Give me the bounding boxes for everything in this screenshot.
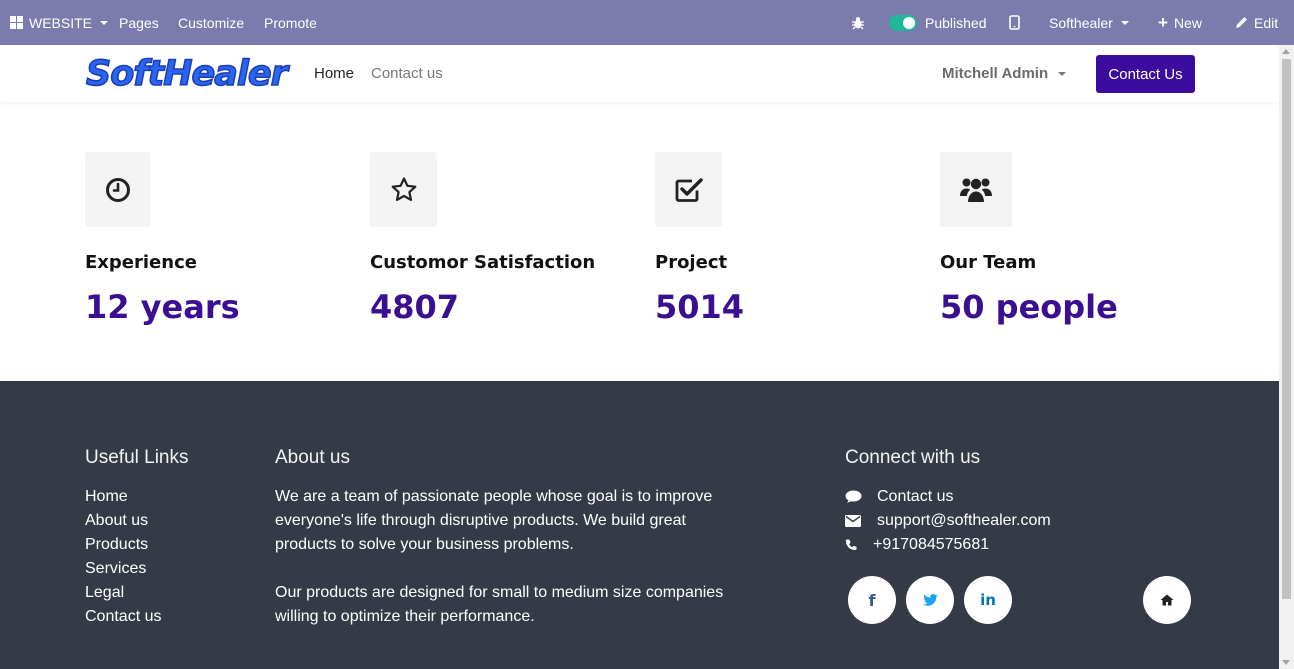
edit-label: Edit [1254, 14, 1279, 31]
home-icon [1160, 594, 1174, 606]
stat-team: Our Team 50 people [940, 152, 1118, 326]
customize-menu[interactable]: Customize [178, 0, 244, 45]
apps-grid-icon [10, 16, 23, 29]
stat-experience: Experience 12 years [85, 152, 240, 326]
about-us-text: We are a team of passionate people whose… [275, 485, 735, 629]
website-menu-label: WEBSITE [29, 14, 93, 31]
pencil-icon [1236, 17, 1247, 28]
mobile-icon [1009, 15, 1020, 30]
connect-phone-label: +917084575681 [873, 536, 990, 553]
website-switcher[interactable]: Softhealer [1049, 0, 1129, 45]
chevron-down-icon [1120, 20, 1129, 25]
twitter-button[interactable] [906, 576, 954, 624]
about-paragraph: We are a team of passionate people whose… [275, 488, 713, 553]
nav-home[interactable]: Home [314, 45, 354, 102]
chevron-down-icon [1058, 71, 1067, 76]
clock-icon [85, 152, 150, 227]
linkedin-button[interactable]: in [964, 576, 1012, 624]
useful-links-heading: Useful Links [85, 447, 189, 468]
nav-contact-us[interactable]: Contact us [371, 45, 443, 102]
star-icon [370, 152, 437, 227]
user-name: Mitchell Admin [942, 65, 1049, 82]
vertical-scrollbar[interactable] [1279, 45, 1294, 669]
published-toggle[interactable]: Published [889, 0, 987, 45]
facebook-icon: f [868, 590, 876, 610]
site-header: SoftHealer Home Contact us Mitchell Admi… [0, 45, 1279, 102]
home-button[interactable] [1143, 576, 1191, 624]
twitter-icon [922, 594, 938, 606]
edit-button[interactable]: Edit [1235, 0, 1278, 45]
mobile-preview-button[interactable] [1009, 0, 1020, 45]
plus-icon: + [1158, 13, 1168, 32]
connect-contact-label: Contact us [877, 488, 954, 505]
pages-menu[interactable]: Pages [119, 0, 159, 45]
new-label: New [1173, 14, 1202, 31]
website-switcher-label: Softhealer [1049, 14, 1113, 31]
stat-title: Our Team [940, 252, 1037, 273]
softhealer-logo[interactable]: SoftHealer [85, 53, 288, 95]
scroll-up-arrow-icon[interactable] [1282, 49, 1290, 54]
footer-link-legal[interactable]: Legal [85, 581, 161, 605]
website-menu[interactable]: WEBSITE [10, 0, 109, 45]
stat-value: 5014 [655, 288, 745, 326]
chevron-down-icon [100, 20, 109, 25]
about-paragraph: Our products are designed for small to m… [275, 584, 724, 625]
stat-title: Project [655, 252, 728, 273]
website-admin-bar: WEBSITE Pages Customize Promote Publishe… [0, 0, 1294, 45]
useful-links-list: Home About us Products Services Legal Co… [85, 485, 161, 629]
check-square-icon [655, 152, 722, 227]
users-icon [940, 152, 1012, 227]
linkedin-icon: in [980, 591, 996, 609]
scrollbar-thumb[interactable] [1282, 59, 1291, 599]
new-button[interactable]: + New [1158, 0, 1202, 45]
connect-phone[interactable]: +917084575681 [845, 533, 1051, 557]
about-us-heading: About us [275, 447, 350, 468]
footer-link-products[interactable]: Products [85, 533, 161, 557]
promote-menu[interactable]: Promote [264, 0, 317, 45]
toggle-switch-icon [889, 14, 917, 31]
stat-satisfaction: Customor Satisfaction 4807 [370, 152, 595, 326]
footer-link-services[interactable]: Services [85, 557, 161, 581]
stat-title: Experience [85, 252, 197, 273]
published-label: Published [925, 14, 987, 31]
connect-contact[interactable]: Contact us [845, 485, 1051, 509]
footer-link-home[interactable]: Home [85, 485, 161, 509]
stat-project: Project 5014 [655, 152, 744, 326]
connect-email-label: support@softhealer.com [877, 512, 1051, 529]
stat-value: 4807 [370, 288, 460, 326]
connect-email[interactable]: support@softhealer.com [845, 509, 1051, 533]
envelope-icon [845, 515, 877, 527]
connect-list: Contact us support@softhealer.com +91708… [845, 485, 1051, 557]
debug-bug-icon[interactable] [851, 0, 865, 45]
footer-link-contact-us[interactable]: Contact us [85, 605, 161, 629]
stat-value: 50 people [940, 288, 1118, 326]
scroll-down-arrow-icon[interactable] [1282, 660, 1290, 665]
user-menu[interactable]: Mitchell Admin [942, 45, 1067, 102]
phone-icon [845, 539, 873, 551]
connect-heading: Connect with us [845, 447, 981, 468]
comment-icon [845, 490, 877, 504]
site-footer: Useful Links Home About us Products Serv… [0, 381, 1279, 669]
stat-title: Customor Satisfaction [370, 252, 596, 273]
facebook-button[interactable]: f [848, 576, 896, 624]
contact-us-button[interactable]: Contact Us [1096, 55, 1195, 93]
footer-link-about-us[interactable]: About us [85, 509, 161, 533]
stat-value: 12 years [85, 288, 240, 326]
